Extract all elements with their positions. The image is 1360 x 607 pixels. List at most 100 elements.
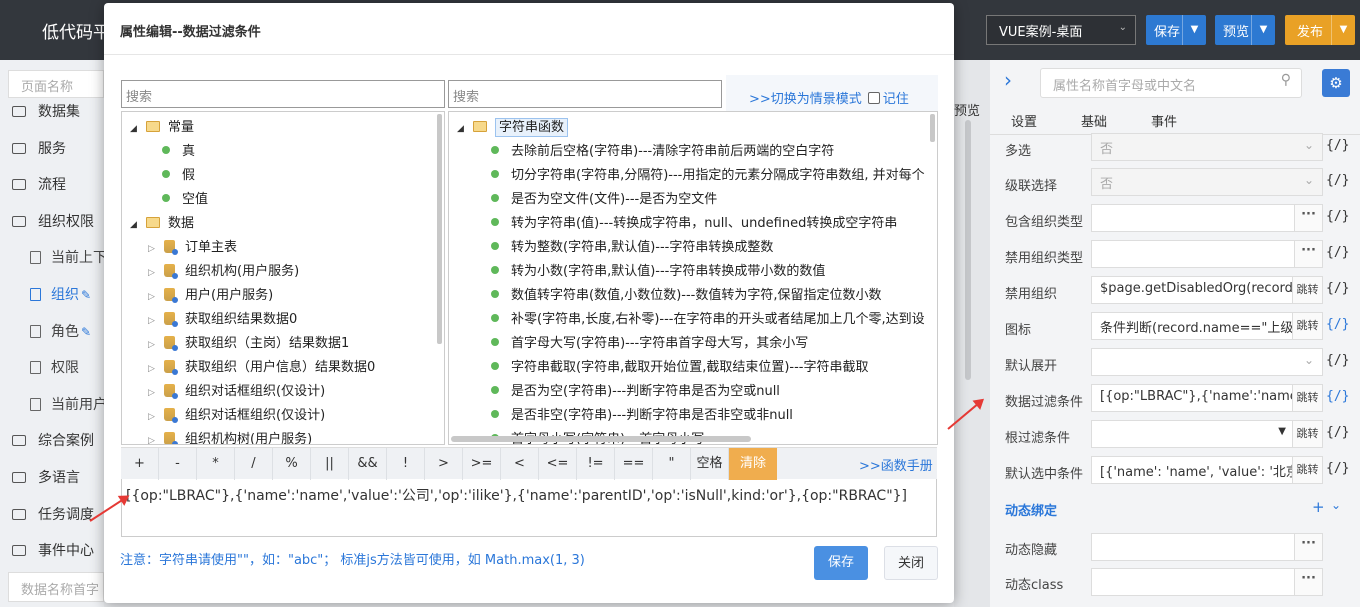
function-item[interactable]: 是否非空(字符串)---判断字符串是否非空或非null (491, 404, 793, 428)
nav-item[interactable]: 任务调度 (0, 495, 104, 532)
nav-item[interactable]: 当前上下 (0, 238, 104, 275)
dialog-close-button[interactable]: 关闭 (884, 546, 938, 580)
operator-button[interactable]: < (501, 448, 539, 480)
property-search-input[interactable]: 属性名称首字母或中文名 ⚲ (1040, 68, 1302, 98)
collapse-icon[interactable]: ▷ (148, 436, 160, 444)
operator-button[interactable]: * (197, 448, 235, 480)
operator-button[interactable]: == (615, 448, 653, 480)
tree-root-node[interactable]: ◢ 字符串函数 (457, 116, 569, 140)
preview-tab[interactable]: 预览 (954, 100, 980, 119)
js-toggle[interactable]: {/} (1326, 461, 1349, 476)
tree-scrollbar[interactable] (437, 114, 442, 344)
property-field[interactable]: ··· (1091, 204, 1323, 232)
nav-item[interactable]: 服务 (0, 129, 104, 166)
jump-button[interactable]: 跳转 (1292, 457, 1322, 483)
property-field[interactable]: ▼ 跳转 (1091, 420, 1323, 448)
js-toggle[interactable]: {/} (1326, 138, 1349, 153)
nav-item[interactable]: 角色 ✎ (0, 312, 104, 349)
property-field[interactable]: ··· (1091, 240, 1323, 268)
jump-button[interactable]: 跳转 (1292, 421, 1322, 447)
chevron-down-icon[interactable]: ⌄ (1331, 498, 1341, 512)
nav-item[interactable]: 流程 (0, 165, 104, 202)
operator-button[interactable]: - (159, 448, 197, 480)
collapse-icon[interactable]: ▷ (148, 316, 160, 326)
js-toggle[interactable]: {/} (1326, 425, 1349, 440)
tree-node[interactable]: ▷ 获取组织（用户信息）结果数据0 (148, 356, 375, 380)
property-field[interactable]: ⌄ (1091, 348, 1323, 376)
expand-icon[interactable]: ◢ (457, 124, 469, 134)
function-item[interactable]: 是否为空(字符串)---判断字符串是否为空或null (491, 380, 780, 404)
gear-icon[interactable]: ⚙ (1322, 69, 1350, 97)
more-button[interactable]: ··· (1294, 569, 1322, 595)
caret-down-icon[interactable]: ▼ (1278, 426, 1286, 437)
more-button[interactable]: ··· (1294, 205, 1322, 231)
save-button[interactable]: 保存 ▼ (1146, 15, 1206, 45)
canvas-scrollbar[interactable] (965, 120, 971, 380)
js-toggle[interactable]: {/} (1326, 209, 1349, 224)
operator-button[interactable]: 空格 (691, 448, 729, 480)
tree-node[interactable]: ▷ 订单主表 (148, 236, 237, 260)
function-item[interactable]: 字符串截取(字符串,截取开始位置,截取结束位置)---字符串截取 (491, 356, 868, 380)
caret-down-icon[interactable]: ▼ (1331, 15, 1355, 45)
function-hscrollbar[interactable] (451, 436, 751, 442)
tab-basic[interactable]: 基础 (1081, 111, 1107, 130)
function-item[interactable]: 是否为空文件(文件)---是否为空文件 (491, 188, 717, 212)
tab-events[interactable]: 事件 (1151, 111, 1177, 130)
function-item[interactable]: 补零(字符串,长度,右补零)---在字符串的开头或者结尾加上几个零,达到设 (491, 308, 925, 332)
caret-down-icon[interactable]: ▼ (1251, 15, 1275, 45)
expand-icon[interactable]: ◢ (130, 124, 142, 134)
switch-mode-link[interactable]: >>切换为情景模式 记住 (749, 88, 909, 107)
nav-item[interactable]: 组织权限 (0, 202, 104, 239)
function-manual-link[interactable]: >>函数手册 (859, 455, 933, 474)
function-item[interactable]: 转为小数(字符串,默认值)---字符串转换成带小数的数值 (491, 260, 825, 284)
function-item[interactable]: 首字母大写(字符串)---字符串首字母大写，其余小写 (491, 332, 808, 356)
add-icon[interactable]: + (1312, 498, 1325, 516)
edit-icon[interactable]: ✎ (81, 288, 91, 302)
js-toggle[interactable]: {/} (1326, 353, 1349, 368)
nav-item[interactable]: 多语言 (0, 458, 104, 495)
expand-icon[interactable]: ◢ (130, 220, 142, 230)
case-select[interactable]: VUE案例-桌面 ⌄ (986, 15, 1136, 45)
tree-node[interactable]: ▷ 用户(用户服务) (148, 284, 273, 308)
operator-button[interactable]: >= (463, 448, 501, 480)
js-toggle[interactable]: {/} (1326, 281, 1349, 296)
function-item[interactable]: 去除前后空格(字符串)---清除字符串前后两端的空白字符 (491, 140, 834, 164)
property-field[interactable]: ··· (1091, 568, 1323, 596)
jump-button[interactable]: 跳转 (1292, 277, 1322, 303)
expression-editor[interactable]: [{op:"LBRAC"},{'name':'name','value':'公司… (121, 479, 937, 537)
collapse-icon[interactable]: ▷ (148, 340, 160, 350)
property-field[interactable]: 条件判断(record.name=="上级 跳转 (1091, 312, 1323, 340)
remember-checkbox[interactable] (867, 92, 880, 104)
property-field[interactable]: [{op:"LBRAC"},{'name':'name' 跳转 (1091, 384, 1323, 412)
collapse-icon[interactable]: ▷ (148, 412, 160, 422)
dialog-save-button[interactable]: 保存 (814, 546, 868, 580)
operator-button[interactable]: " (653, 448, 691, 480)
clear-button[interactable]: 清除 (729, 448, 777, 480)
property-field[interactable]: 否 ⌄ (1091, 168, 1323, 196)
preview-button[interactable]: 预览 ▼ (1215, 15, 1275, 45)
function-scrollbar[interactable] (930, 114, 935, 142)
operator-button[interactable]: || (311, 448, 349, 480)
operator-button[interactable]: && (349, 448, 387, 480)
collapse-icon[interactable]: ▷ (148, 244, 160, 254)
function-item[interactable]: 切分字符串(字符串,分隔符)---用指定的元素分隔成字符串数组, 并对每个 (491, 164, 925, 188)
collapse-icon[interactable]: ▷ (148, 388, 160, 398)
edit-icon[interactable]: ✎ (81, 325, 91, 339)
jump-button[interactable]: 跳转 (1292, 385, 1322, 411)
tree-node[interactable]: ▷ 组织对话框组织(仅设计) (148, 404, 325, 428)
operator-button[interactable]: ! (387, 448, 425, 480)
nav-item[interactable]: 数据集 (0, 92, 104, 129)
tree-node[interactable]: ▷ 组织机构树(用户服务) (148, 428, 312, 444)
operator-button[interactable]: > (425, 448, 463, 480)
js-toggle[interactable]: {/} (1326, 173, 1349, 188)
tree-node[interactable]: ◢ 数据 (130, 212, 194, 236)
js-toggle[interactable]: {/} (1326, 317, 1349, 332)
tree-node[interactable]: ▷ 获取组织结果数据0 (148, 308, 297, 332)
tree-node[interactable]: ▷ 获取组织（主岗）结果数据1 (148, 332, 349, 356)
js-toggle[interactable]: {/} (1326, 389, 1349, 404)
left-search-input[interactable]: 搜索 (121, 80, 445, 108)
function-item[interactable]: 转为字符串(值)---转换成字符串，null、undefined转换成空字符串 (491, 212, 897, 236)
collapse-icon[interactable]: ▷ (148, 364, 160, 374)
collapse-icon[interactable]: ▷ (148, 268, 160, 278)
caret-down-icon[interactable]: ▼ (1182, 15, 1206, 45)
